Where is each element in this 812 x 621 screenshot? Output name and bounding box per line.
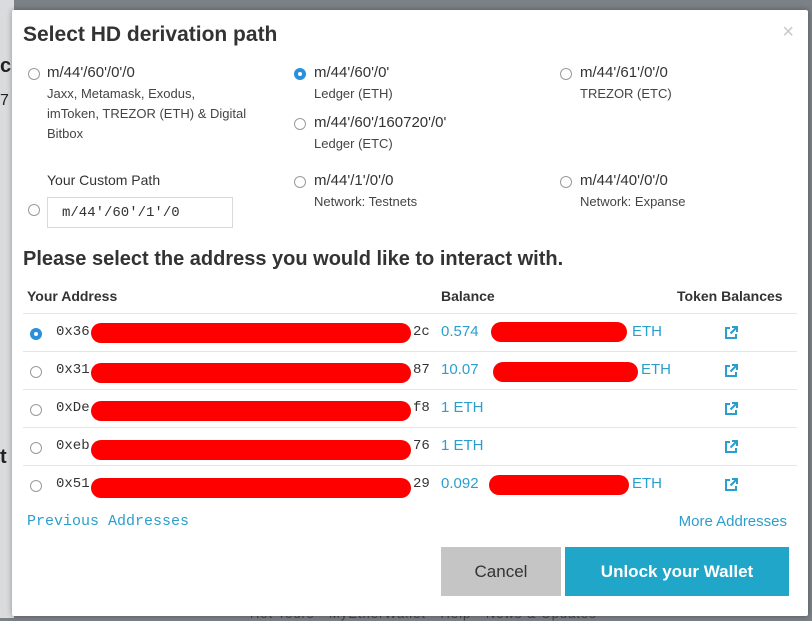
address-start: 0xDe [56, 400, 90, 416]
more-addresses-link[interactable]: More Addresses [679, 513, 787, 530]
address-end: f8 [413, 400, 430, 416]
path-label: m/44'/61'/0'/0 [580, 64, 668, 81]
path-description: Network: Expanse [580, 194, 686, 209]
address-row[interactable]: 0x51 29 0.092 ETH [23, 465, 797, 504]
balance-value[interactable]: 10.07 [441, 361, 479, 378]
balance-unit: ETH [641, 361, 671, 378]
redaction-mark [91, 401, 411, 421]
hd-path-modal: Select HD derivation path × m/44'/60'/0'… [12, 10, 808, 616]
address-start: 0x36 [56, 324, 90, 340]
path-label: m/44'/60'/0'/0 [47, 64, 135, 81]
balance-unit: ETH [632, 475, 662, 492]
close-icon[interactable]: × [782, 22, 794, 42]
external-link-icon[interactable] [723, 439, 739, 455]
path-description: Jaxx, Metamask, Exodus, imToken, TREZOR … [47, 86, 247, 141]
address-row[interactable]: 0xDe f8 1 ETH [23, 389, 797, 428]
balance-value[interactable]: 0.092 [441, 475, 479, 492]
path-label: m/44'/1'/0'/0 [314, 172, 394, 189]
balance-value[interactable]: 0.574 [441, 323, 479, 340]
external-link-icon[interactable] [723, 363, 739, 379]
path-label: m/44'/60'/160720'/0' [314, 114, 447, 131]
background-text: 7 [0, 92, 9, 109]
path-description: Ledger (ETC) [314, 136, 393, 151]
redaction-mark [493, 362, 638, 382]
address-end: 2c [413, 324, 430, 340]
path-description: TREZOR (ETC) [580, 86, 672, 101]
radio-button[interactable] [28, 68, 40, 80]
custom-path-radio[interactable] [28, 204, 40, 216]
address-start: 0x31 [56, 362, 90, 378]
background-text: c [0, 55, 12, 77]
column-header-balance: Balance [441, 288, 495, 304]
address-section-heading: Please select the address you would like… [23, 248, 564, 270]
external-link-icon[interactable] [723, 325, 739, 341]
radio-button[interactable] [30, 404, 42, 416]
radio-button[interactable] [30, 442, 42, 454]
radio-button-checked[interactable] [294, 68, 306, 80]
path-description: Ledger (ETH) [314, 86, 393, 101]
modal-title: Select HD derivation path [23, 23, 278, 46]
radio-button[interactable] [294, 176, 306, 188]
custom-path-input[interactable] [47, 197, 233, 228]
path-description: Network: Testnets [314, 194, 418, 209]
balance-unit: ETH [632, 323, 662, 340]
redaction-mark [489, 475, 629, 495]
address-start: 0xeb [56, 438, 90, 454]
redaction-mark [91, 323, 411, 343]
custom-path-label: Your Custom Path [47, 172, 161, 188]
balance-value[interactable]: 1 ETH [441, 399, 484, 416]
path-label: m/44'/60'/0' [314, 64, 390, 81]
address-row[interactable]: 0x31 87 10.07 ETH [23, 351, 797, 390]
redaction-mark [91, 478, 411, 498]
address-end: 76 [413, 438, 430, 454]
balance-value[interactable]: 1 ETH [441, 437, 484, 454]
path-label: m/44'/40'/0'/0 [580, 172, 668, 189]
address-row[interactable]: 0xeb 76 1 ETH [23, 427, 797, 466]
background-text: t [0, 446, 7, 468]
cancel-button[interactable]: Cancel [441, 547, 561, 596]
address-row[interactable]: 0x36 2c 0.574 ETH [23, 313, 797, 352]
redaction-mark [491, 322, 627, 342]
redaction-mark [91, 440, 411, 460]
external-link-icon[interactable] [723, 401, 739, 417]
previous-addresses-link[interactable]: Previous Addresses [27, 513, 189, 530]
radio-button[interactable] [560, 176, 572, 188]
redaction-mark [91, 363, 411, 383]
column-header-address: Your Address [27, 288, 118, 304]
radio-button[interactable] [30, 480, 42, 492]
column-header-token-balances: Token Balances [677, 288, 783, 304]
address-start: 0x51 [56, 476, 90, 492]
radio-button[interactable] [294, 118, 306, 130]
address-end: 29 [413, 476, 430, 492]
external-link-icon[interactable] [723, 477, 739, 493]
radio-button[interactable] [30, 366, 42, 378]
radio-button-checked[interactable] [30, 328, 42, 340]
unlock-wallet-button[interactable]: Unlock your Wallet [565, 547, 789, 596]
radio-button[interactable] [560, 68, 572, 80]
address-end: 87 [413, 362, 430, 378]
